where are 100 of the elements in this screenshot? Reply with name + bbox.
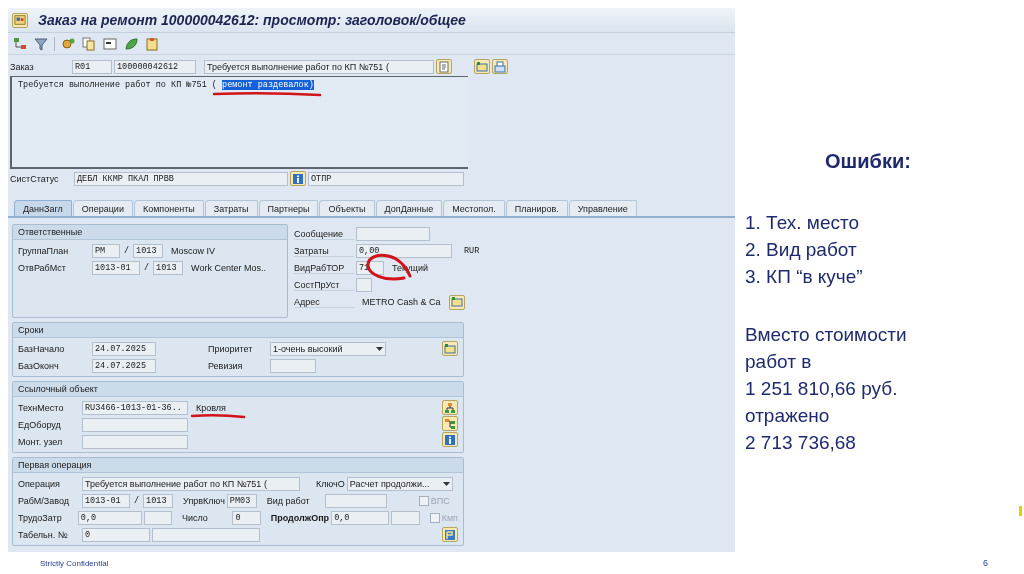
input-field[interactable]: 0 [82, 527, 150, 542]
dropdown[interactable]: Расчет продолжи... [346, 476, 453, 491]
error-item: 1. Тех. место [745, 211, 861, 235]
input-field[interactable]: 100000042612 [114, 59, 196, 74]
field-value: METRO Cash & Ca [362, 297, 441, 307]
flag-icon[interactable] [442, 527, 458, 542]
tab[interactable]: Затраты [204, 200, 258, 216]
input-field[interactable] [391, 510, 420, 525]
info-icon[interactable] [442, 432, 458, 447]
window-title: Заказ на ремонт 100000042612: просмотр: заголовок/общее [38, 12, 466, 29]
tab[interactable]: Партнеры [258, 200, 319, 216]
tab[interactable]: Управление [568, 200, 637, 216]
input-field[interactable]: 1013 [133, 243, 164, 258]
error-item: 2. Вид работ [745, 238, 858, 262]
notes-title: Ошибки: [825, 149, 912, 173]
print-icon[interactable] [492, 59, 508, 74]
input-field[interactable]: Требуется выполнение работ по КП №751 ( [204, 59, 434, 74]
field-label: Число [181, 512, 209, 523]
accent-bar [1019, 506, 1022, 516]
copy-icon[interactable] [81, 35, 97, 52]
input-field[interactable]: 1013 [143, 493, 174, 508]
dropdown[interactable]: 1-очень высокий [270, 341, 386, 356]
field-label: БазОконч [18, 360, 60, 371]
group-title: Первая операция [13, 458, 463, 473]
input-field[interactable] [356, 227, 430, 241]
input-field[interactable]: ОТПР [308, 171, 464, 186]
field-label: ОтвРабМст [18, 262, 67, 273]
field-label: РабМ/Завод [18, 495, 71, 506]
long-text-field[interactable]: Требуется выполнение работ по КП №751 ( ремонт раздевалок) [10, 76, 468, 169]
tab[interactable]: Местопол. [443, 200, 505, 216]
field-label: Адрес [294, 296, 354, 308]
input-field[interactable] [270, 358, 316, 373]
field-value: Moscow IV [171, 245, 216, 256]
date-field[interactable]: 24.07.2025 [92, 341, 156, 356]
field-label: ТехнМесто [18, 402, 65, 413]
input-field[interactable]: 1013-01 [82, 493, 130, 508]
separator-text: / [143, 262, 151, 273]
input-field[interactable]: PM03 [226, 493, 257, 508]
tab[interactable]: Объекты [319, 200, 375, 216]
separator-text: / [133, 495, 141, 506]
input-field[interactable] [152, 527, 260, 542]
group-title: Ответственные [13, 225, 287, 240]
group-title: Сроки [13, 323, 463, 338]
input-field[interactable] [82, 417, 188, 432]
group-title: Ссылочный объект [13, 382, 463, 397]
folder-icon[interactable] [474, 59, 490, 74]
unit-text: RUR [464, 246, 480, 256]
document-icon[interactable] [102, 35, 118, 52]
input-field[interactable]: 0,0 [331, 510, 390, 525]
input-field[interactable] [143, 510, 172, 525]
leaf-icon[interactable] [123, 35, 139, 52]
input-field[interactable]: 0,00 [356, 244, 452, 258]
tab[interactable]: Планиров. [505, 200, 568, 216]
input-field[interactable]: 0 [232, 510, 261, 525]
footer-text: Strictly Confidential [40, 558, 109, 568]
date-field[interactable]: 24.07.2025 [92, 358, 156, 373]
input-field[interactable] [356, 278, 372, 292]
input-field[interactable] [324, 493, 387, 508]
structure-icon[interactable] [442, 416, 458, 431]
field-value: Кровля [196, 402, 226, 413]
menu-icon[interactable] [12, 12, 28, 28]
input-field[interactable]: 1013-01 [92, 260, 140, 275]
separator-text: / [123, 245, 131, 256]
tab[interactable]: ДаннЗагл [14, 200, 72, 216]
field-label: Ревизия [208, 360, 244, 371]
input-field[interactable]: RU3466-1013-01-36.. [82, 400, 188, 415]
field-label: Заказ [10, 61, 35, 72]
field-label: Затраты [294, 245, 354, 257]
folder-icon[interactable] [448, 294, 465, 310]
input-field[interactable]: 0,0 [77, 510, 142, 525]
field-label: Сообщение [294, 228, 354, 240]
field-label: КлючО [316, 478, 345, 489]
field-label: Монт. узел [18, 436, 64, 447]
input-field[interactable]: 1013 [153, 260, 184, 275]
field-label: Приоритет [208, 343, 254, 354]
clipboard-icon[interactable] [144, 35, 160, 52]
field-label: ЕдОборуд [18, 419, 62, 430]
input-field[interactable]: PM [92, 243, 120, 258]
field-label: Табельн. № [18, 529, 69, 540]
input-field[interactable]: Требуется выполнение работ по КП №751 ( [82, 476, 300, 491]
caret-icon [376, 346, 383, 351]
input-field[interactable]: ДЕБЛ ККМР ПКАЛ ПРВВ [74, 171, 288, 186]
summary-text: Вместо стоимости работ в 1 251 810,66 руб. отражено 2 713 736,68 [745, 323, 908, 455]
hierarchy-icon[interactable] [12, 35, 28, 52]
caret-icon [442, 481, 450, 486]
input-field[interactable]: R01 [72, 59, 112, 74]
field-label: Операция [18, 478, 61, 489]
hierarchy-icon[interactable] [442, 400, 458, 415]
folder-icon[interactable] [442, 341, 458, 356]
field-label: ТрудоЗатр [18, 512, 63, 523]
field-label: УпрвКлюч [183, 495, 225, 506]
field-label: ВидРабТОР [294, 262, 354, 274]
tab[interactable]: Компоненты [133, 200, 204, 216]
tab[interactable]: Операции [72, 200, 133, 216]
tab[interactable]: ДопДанные [375, 200, 443, 216]
page-number: 6 [983, 558, 988, 568]
info-icon[interactable] [290, 171, 306, 186]
error-item: 3. КП “в куче” [745, 265, 864, 289]
input-field[interactable] [82, 434, 188, 449]
filter-icon[interactable] [33, 35, 49, 52]
